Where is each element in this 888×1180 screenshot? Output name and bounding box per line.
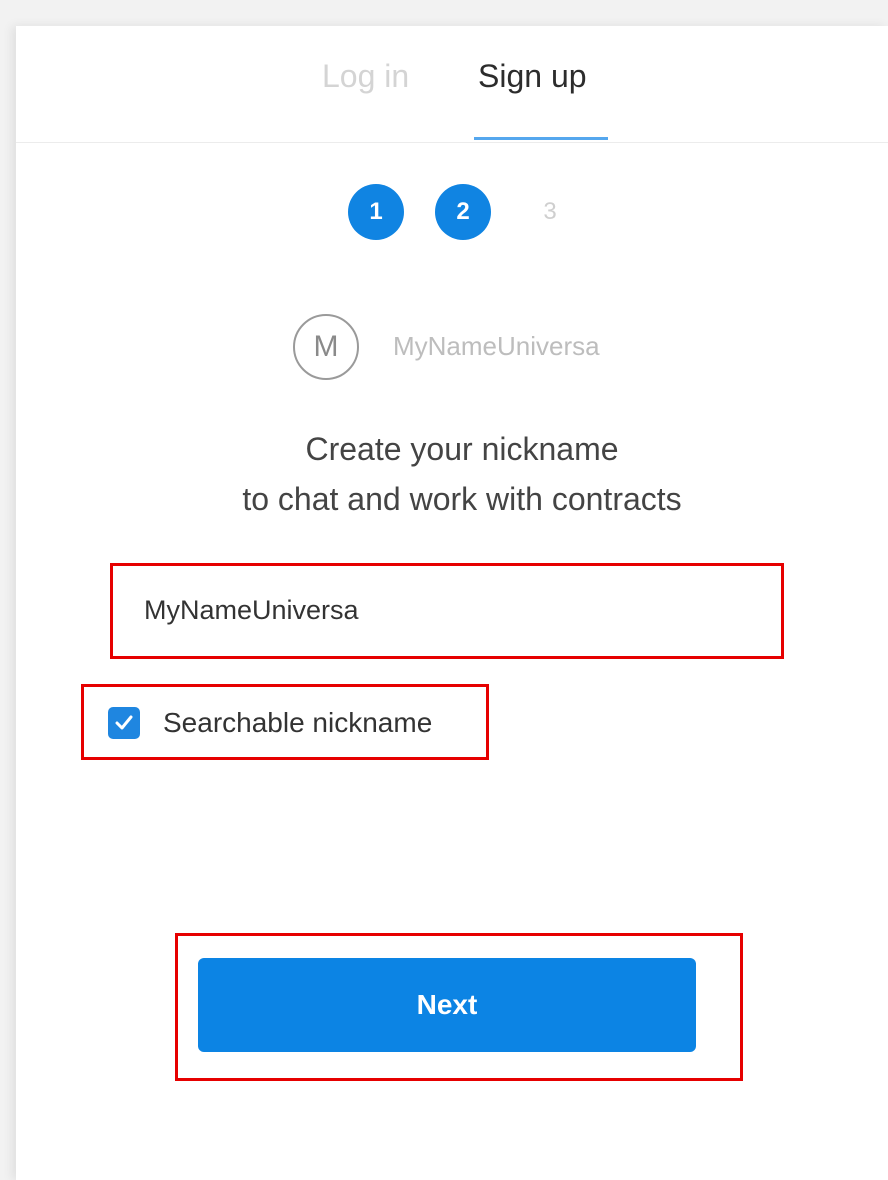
searchable-checkbox[interactable] (108, 707, 140, 739)
active-tab-indicator (474, 137, 608, 140)
searchable-checkbox-label[interactable]: Searchable nickname (163, 706, 432, 740)
screen: Log in Sign up 1 2 3 M MyNameUniversa Cr… (0, 0, 888, 1180)
title-line-1: Create your nickname (305, 431, 619, 467)
next-button[interactable]: Next (198, 958, 696, 1052)
page-title: Create your nickname to chat and work wi… (16, 424, 888, 524)
avatar: M (293, 314, 359, 380)
step-indicator: 1 2 3 (16, 184, 888, 240)
profile-name: MyNameUniversa (393, 331, 600, 361)
step-2: 2 (435, 184, 491, 240)
step-3: 3 (543, 198, 557, 225)
step-1: 1 (348, 184, 404, 240)
nickname-input[interactable] (128, 580, 768, 640)
tab-sign-up[interactable]: Sign up (478, 56, 587, 96)
tab-log-in[interactable]: Log in (322, 56, 409, 96)
title-line-2: to chat and work with contracts (242, 481, 682, 517)
checkmark-icon (115, 715, 133, 730)
auth-tabs: Log in Sign up (16, 26, 888, 143)
